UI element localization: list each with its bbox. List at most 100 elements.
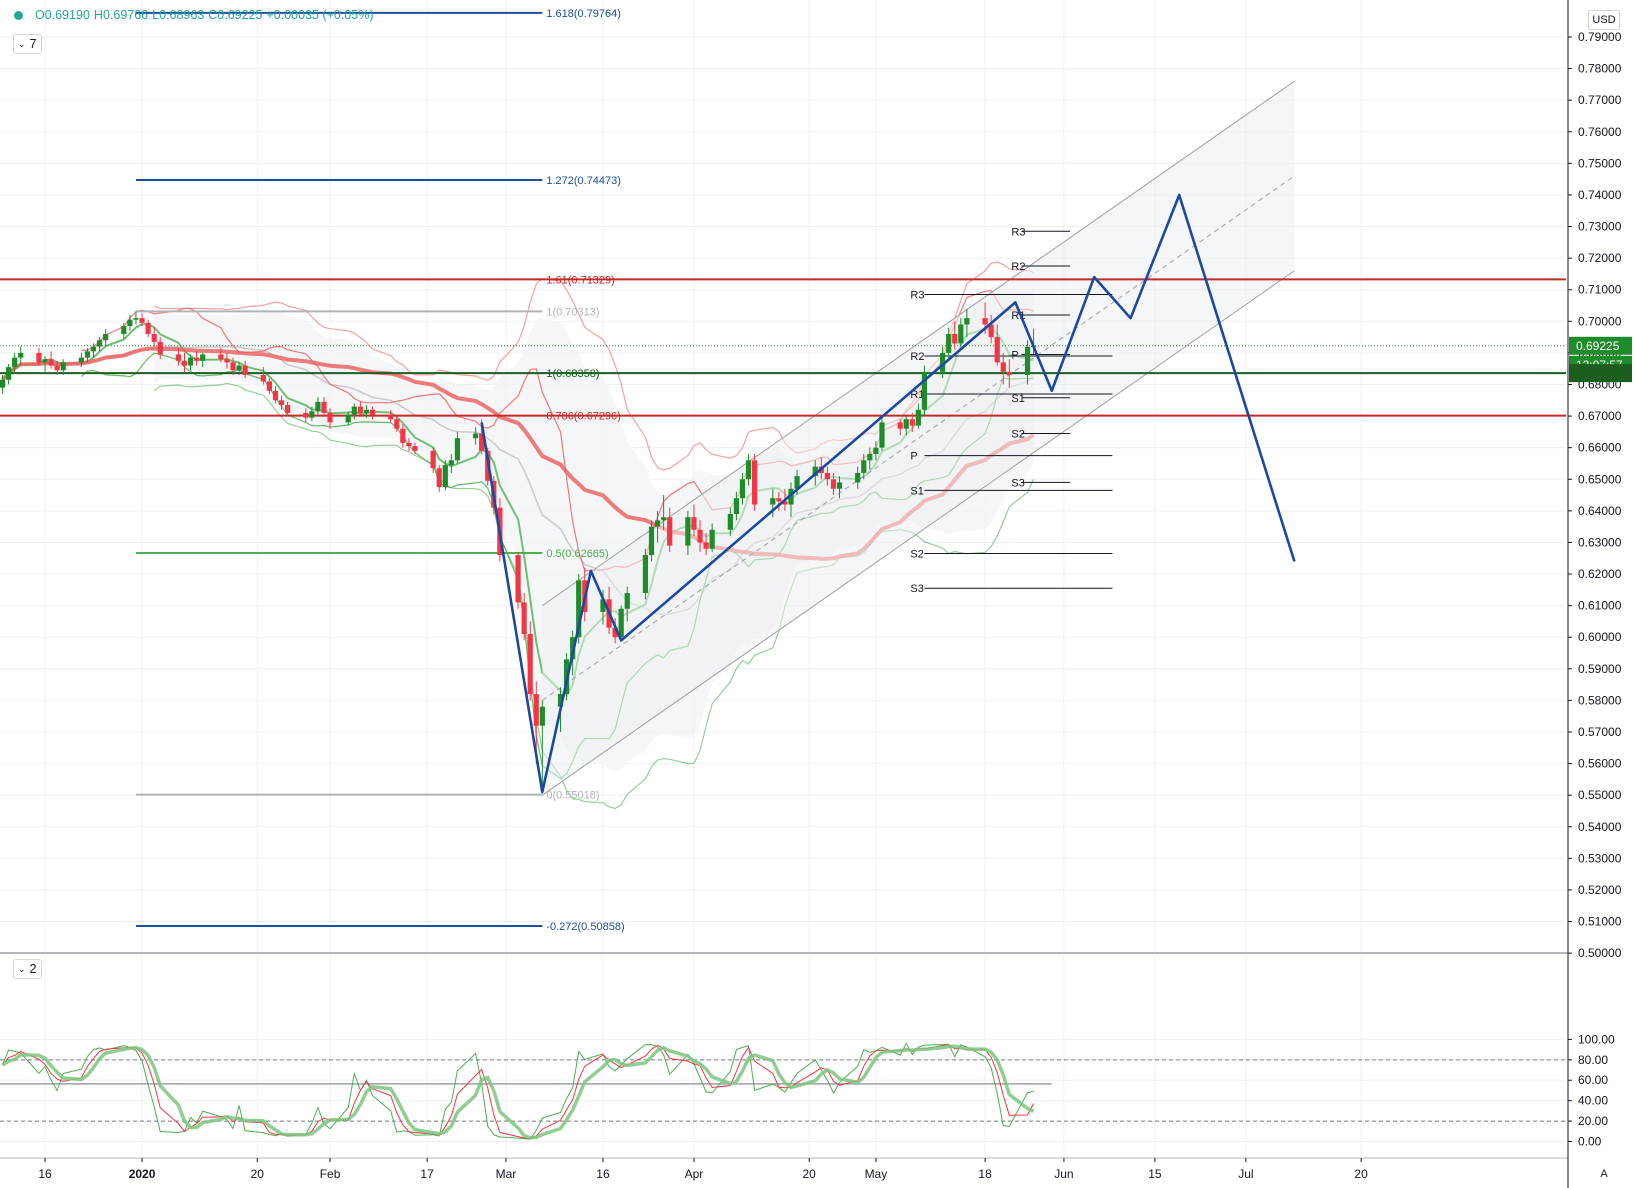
pivot-label: R3	[910, 289, 924, 301]
candle-body	[855, 472, 861, 483]
price-tick-label: 0.57000	[1578, 725, 1622, 739]
time-tick-label: 16	[38, 1167, 52, 1181]
candle-body	[272, 390, 279, 401]
candle-body	[345, 414, 351, 423]
price-tick-label: 0.55000	[1578, 788, 1622, 802]
candle-body	[994, 337, 1000, 363]
fib-level-label: 0.5(0.62665)	[546, 548, 608, 560]
time-tick-label: Apr	[685, 1167, 704, 1181]
time-tick-label: 17	[420, 1167, 434, 1181]
candle-body	[315, 401, 321, 412]
candle-body	[84, 351, 91, 358]
candle-body	[363, 409, 370, 413]
last-price-label: 0.69225	[1576, 339, 1620, 353]
oscillator-tick-label: 100.00	[1578, 1032, 1615, 1046]
candle-body	[654, 520, 661, 527]
price-tick-label: 0.60000	[1578, 630, 1622, 644]
currency-label[interactable]: USD	[1588, 10, 1620, 30]
price-tick-label: 0.56000	[1578, 757, 1622, 771]
time-tick-label: 20	[803, 1167, 817, 1181]
candle-body	[745, 460, 752, 480]
candle-body	[527, 634, 533, 695]
time-tick-label: Jun	[1054, 1167, 1073, 1181]
candle-body	[151, 333, 157, 342]
candle-body	[436, 468, 442, 488]
candle-body	[90, 346, 97, 352]
ohlc-legend: O0.69190 H0.69766 L0.68963 C0.69225 +0.0…	[8, 4, 374, 26]
candle-body	[187, 357, 194, 366]
fib-level-label: 0(0.55018)	[546, 790, 599, 802]
ohlc-open: O0.69190	[35, 8, 90, 22]
chart-canvas[interactable]: 1.618(0.79764) 1.272(0.74473) 1(0.70313) 0.…	[0, 0, 1634, 1188]
candle-body	[103, 333, 109, 341]
candle-body	[78, 357, 84, 363]
time-tick-label: 18	[978, 1167, 992, 1181]
candle-body	[6, 367, 12, 380]
pivot-label: S2	[1011, 428, 1024, 440]
pivot-label: S2	[910, 548, 923, 560]
price-axis[interactable]: 0.79000 0.78000 0.77000 0.76000 0.75000 0.740…	[1567, 0, 1634, 1188]
candle-body	[242, 365, 248, 376]
oscillator-tick-label: 20.00	[1578, 1114, 1608, 1128]
candle-body	[946, 333, 952, 353]
pivot-label: S3	[1011, 477, 1024, 489]
candle-body	[133, 318, 139, 320]
fib-level-label: 1.618(0.79764)	[546, 8, 621, 20]
candle-body	[54, 365, 60, 371]
candle-body	[139, 318, 145, 323]
time-axis[interactable]: 16 2020 20 Feb 17 Mar 16 Apr 20 May 18 Jun 15 Jul 20	[38, 1158, 1368, 1181]
price-tick-label: 0.64000	[1578, 504, 1622, 518]
candle-body	[909, 419, 915, 426]
price-tick-label: 0.66000	[1578, 441, 1622, 455]
candle-body	[982, 318, 988, 325]
candle-body	[42, 359, 48, 363]
candle-body	[303, 412, 309, 418]
price-tick-label: 0.62000	[1578, 567, 1622, 581]
candle-body	[12, 357, 18, 368]
ohlc-change: +0.00035 (+0.05%)	[266, 8, 374, 22]
studies-toggle-main[interactable]: ⌄ 7	[13, 34, 42, 54]
ohlc-low: L0.68963	[152, 8, 205, 22]
candle-body	[448, 460, 454, 466]
time-tick-label: 20	[1354, 1167, 1368, 1181]
extension-level-label: 1.61(0.71329)	[546, 274, 615, 286]
candle-body	[36, 352, 42, 363]
price-tick-label: 0.61000	[1578, 599, 1622, 613]
pivot-label: R3	[1011, 226, 1025, 238]
candle-body	[624, 592, 630, 609]
candle-body	[473, 433, 479, 439]
price-tick-label: 0.50000	[1578, 946, 1622, 960]
candle-body	[230, 362, 236, 371]
candle-body	[1000, 362, 1006, 372]
candle-body	[836, 482, 843, 489]
candle-body	[327, 412, 333, 423]
chevron-down-icon: ⌄	[18, 963, 26, 974]
candle-body	[388, 414, 394, 420]
candle-body	[648, 526, 655, 556]
candle-body	[224, 359, 230, 363]
candle-body	[406, 442, 412, 447]
candle-body	[752, 460, 758, 505]
candle-body	[830, 479, 837, 489]
candle-body	[127, 319, 133, 327]
price-tick-label: 0.65000	[1578, 472, 1622, 486]
candle-body	[727, 514, 733, 530]
candle-body	[194, 357, 200, 361]
candle-body	[236, 365, 242, 371]
candle-body	[964, 318, 970, 325]
candle-body	[642, 555, 649, 593]
candle-body	[200, 354, 206, 361]
candle-body	[733, 498, 740, 515]
pivot-label: S1	[910, 485, 923, 497]
candle-body	[394, 419, 400, 429]
candle-body	[685, 517, 691, 546]
time-tick-label: Feb	[320, 1167, 341, 1181]
time-tick-label: 16	[596, 1167, 610, 1181]
time-tick-label: Mar	[496, 1167, 517, 1181]
auto-scale-button[interactable]: A	[1595, 1165, 1613, 1183]
studies-toggle-oscillator[interactable]: ⌄ 2	[13, 959, 42, 979]
candle-body	[181, 360, 188, 366]
oscillator-pane[interactable]	[0, 1042, 1566, 1140]
candle-body	[285, 405, 291, 413]
candle-body	[60, 362, 66, 371]
